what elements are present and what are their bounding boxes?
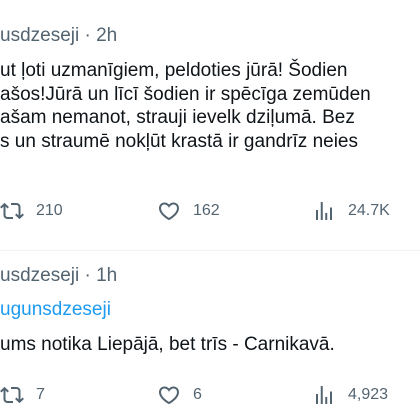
retweet-icon [0, 386, 24, 404]
tweet-text: ut ļoti uzmanīgiem, peldoties jūrā! Šodi… [0, 59, 420, 153]
timestamp[interactable]: 1h [96, 265, 117, 286]
tweet-text-line: ut ļoti uzmanīgiem, peldoties jūrā! Šodi… [0, 60, 348, 81]
like-button[interactable]: 162 [157, 197, 220, 225]
separator-dot: · [84, 265, 91, 286]
retweet-count: 7 [36, 386, 45, 403]
retweet-button[interactable]: 210 [0, 197, 63, 225]
heart-icon [158, 202, 180, 221]
like-count: 6 [193, 386, 202, 403]
tweet-text-line: ums notika Liepājā, bet trīs - Carnikavā… [0, 334, 335, 355]
retweet-button[interactable]: 7 [0, 381, 45, 409]
tweet[interactable]: usdzeseji · 1h ugunsdzeseji ums notika L… [0, 251, 420, 420]
views-count: 4,923 [348, 386, 389, 403]
tweet-text-line: ašos!Jūrā un līcī šodien ir spēcīga zemū… [0, 83, 371, 105]
tweet-header: usdzeseji · 2h [0, 24, 117, 48]
reply-mention-link[interactable]: ugunsdzeseji [0, 298, 111, 322]
user-handle[interactable]: usdzeseji [0, 265, 79, 286]
analytics-icon [316, 202, 332, 220]
tweet-text-line: ašam nemanot, strauji ievelk dziļumā. Be… [0, 107, 355, 128]
tweet-actions: 7 6 4,923 [0, 381, 420, 409]
views-count: 24.7K [348, 202, 390, 219]
tweet-text: ums notika Liepājā, bet trīs - Carnikavā… [0, 333, 420, 357]
user-handle[interactable]: usdzeseji [0, 25, 79, 46]
heart-icon [158, 386, 180, 405]
tweet-actions: 210 162 24.7K [0, 197, 420, 225]
retweet-count: 210 [36, 202, 63, 219]
tweet-text-line: s un straumē nokļūt krastā ir gandrīz ne… [0, 130, 359, 152]
like-count: 162 [193, 202, 220, 219]
views-button[interactable]: 4,923 [312, 381, 388, 409]
retweet-icon [0, 202, 24, 220]
views-button[interactable]: 24.7K [312, 197, 390, 225]
tweet-header: usdzeseji · 1h [0, 264, 117, 288]
like-button[interactable]: 6 [157, 381, 202, 409]
tweet[interactable]: usdzeseji · 2h ut ļoti uzmanīgiem, peldo… [0, 0, 420, 250]
analytics-icon [316, 386, 332, 404]
timestamp[interactable]: 2h [96, 25, 117, 46]
separator-dot: · [84, 25, 91, 46]
